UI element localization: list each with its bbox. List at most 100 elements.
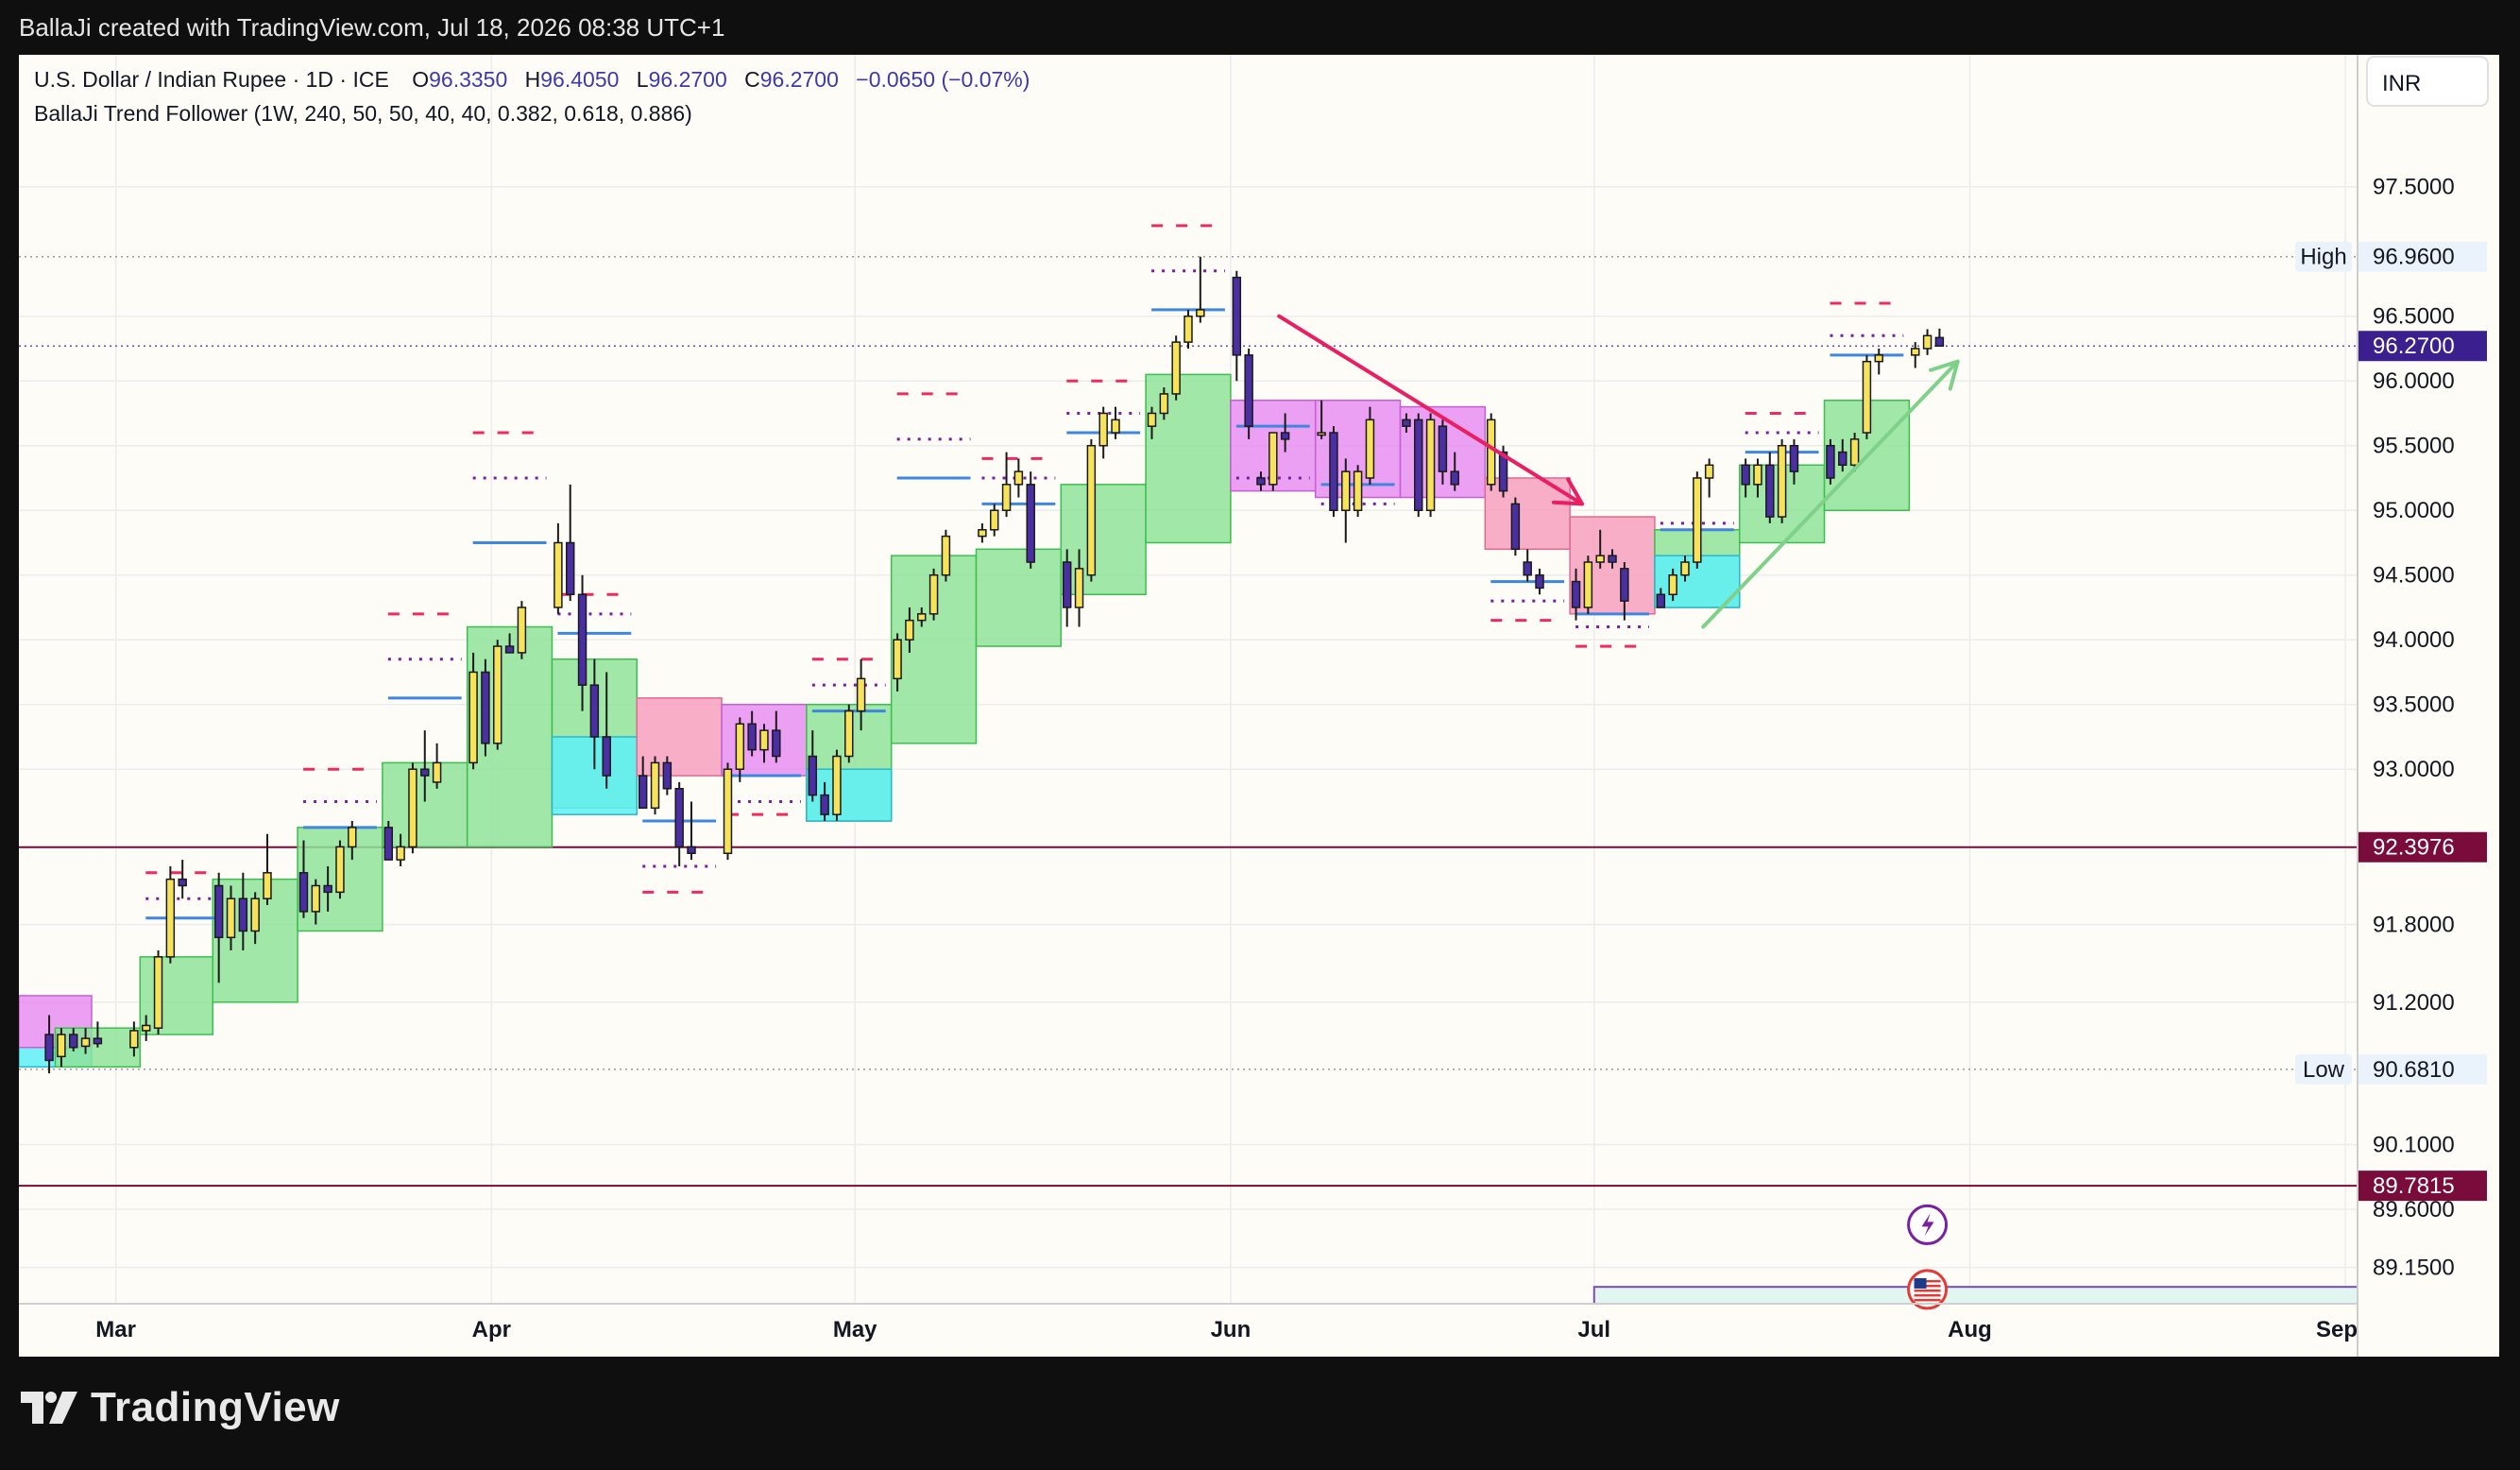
candle-body [44, 1034, 54, 1062]
candle-up[interactable] [723, 762, 733, 861]
candle-down[interactable] [1244, 348, 1253, 439]
currency-button-label: INR [2382, 71, 2421, 96]
candle-body [1147, 412, 1157, 427]
legend-open-value: 96.3350 [429, 67, 507, 92]
candle-body [1680, 561, 1690, 576]
candle-body [1244, 354, 1253, 427]
legend-close-value: 96.2700 [760, 67, 839, 92]
candle-up[interactable] [408, 762, 417, 854]
green-trend-zone [139, 956, 214, 1035]
candle-down[interactable] [1826, 438, 1835, 485]
candle-up[interactable] [1086, 438, 1097, 582]
candle-up[interactable] [493, 640, 502, 750]
legend-open-label: O [412, 67, 429, 92]
legend-indicator[interactable]: BallaJi Trend Follower (1W, 240, 50, 50,… [34, 101, 692, 126]
flag-stripe [1914, 1293, 1941, 1297]
price-tick-label: 93.0000 [2373, 757, 2455, 782]
tradingview-logo-text: TradingView [91, 1384, 340, 1430]
candle-body [226, 897, 236, 939]
cyan-trend-zone [806, 768, 893, 822]
flag-stripe [1914, 1298, 1941, 1302]
candle-body [1765, 464, 1775, 518]
chart-background [19, 55, 2499, 1357]
candle-body [1535, 573, 1544, 590]
candle-down[interactable] [662, 756, 673, 795]
economic-event-band [1592, 1286, 2358, 1305]
price-chart[interactable]: 97.5000 96.5000 96.0000 95.5000 95.0000 94.50… [19, 55, 2499, 1357]
candle-up[interactable] [1693, 471, 1702, 569]
candle-body [1704, 464, 1714, 479]
candle-up[interactable] [1583, 556, 1593, 614]
candle-body [978, 529, 987, 538]
candle-body [153, 956, 163, 1029]
candle-down[interactable] [1026, 471, 1035, 569]
price-tick-label: 95.0000 [2373, 498, 2455, 523]
candle-body [1425, 419, 1436, 511]
candle-up[interactable] [1777, 438, 1787, 523]
high-price-tag-text: 96.9600 [2373, 245, 2455, 270]
candle-body [1402, 419, 1411, 427]
candle-up[interactable] [335, 840, 345, 899]
candle-up[interactable] [844, 704, 854, 763]
candle-up[interactable] [1353, 465, 1363, 518]
candle-body [1074, 568, 1084, 608]
candle-body [1098, 412, 1108, 447]
attribution-text: BallaJi created with TradingView.com, Ju… [19, 13, 725, 42]
candle-body [565, 541, 575, 596]
candle-up[interactable] [1171, 335, 1181, 401]
candle-body [1826, 444, 1835, 479]
tradingview-logo[interactable]: TradingView [21, 1384, 340, 1431]
candle-body [1269, 432, 1278, 486]
candle-up[interactable] [1269, 432, 1278, 491]
level-price-tag-text: 92.3976 [2373, 835, 2455, 861]
candle-body [1874, 354, 1883, 363]
candle-down[interactable] [1414, 413, 1423, 518]
candle-body [238, 897, 248, 932]
candle-body [493, 645, 502, 744]
candle-body [1450, 470, 1459, 486]
candle-body [1510, 503, 1521, 551]
candle-body [1838, 451, 1847, 467]
candle-up[interactable] [1183, 309, 1193, 349]
candle-down[interactable] [1329, 426, 1338, 518]
candle-up[interactable] [928, 568, 939, 621]
candle-body [941, 535, 951, 576]
candle-body [1789, 444, 1799, 472]
legend-close-label: C [744, 67, 760, 92]
candle-body [129, 1030, 139, 1049]
candle-up[interactable] [941, 529, 951, 582]
candle-up[interactable] [517, 601, 527, 659]
candle-body [311, 884, 321, 913]
candle-body [298, 872, 309, 913]
candle-body [589, 684, 600, 738]
price-tick-label: 91.8000 [2373, 913, 2455, 938]
candle-up[interactable] [1425, 413, 1436, 518]
price-tick-label: 96.0000 [2373, 368, 2455, 394]
candle-up[interactable] [1862, 354, 1872, 439]
candle-up[interactable] [832, 749, 842, 822]
candle-down[interactable] [1510, 497, 1521, 556]
candle-body [1608, 555, 1617, 563]
candle-up[interactable] [650, 756, 660, 815]
candle-up[interactable] [1486, 413, 1496, 491]
candle-body [1438, 425, 1448, 472]
flag-stripe [1914, 1289, 1941, 1292]
us-flag-event-icon[interactable] [1907, 1269, 1949, 1310]
candle-body [1486, 419, 1496, 486]
candle-body [759, 729, 769, 751]
candle-body [928, 573, 939, 615]
candle-up[interactable] [153, 950, 163, 1035]
candle-body [820, 794, 829, 815]
candle-body [323, 884, 332, 894]
candle-body [1329, 432, 1338, 511]
candle-down[interactable] [481, 658, 490, 757]
candle-body [1183, 315, 1193, 343]
flash-event-icon[interactable] [1907, 1204, 1949, 1245]
candle-down[interactable] [383, 821, 394, 861]
green-trend-zone [975, 548, 1063, 647]
candle-body [420, 768, 430, 777]
candle-body [80, 1037, 91, 1048]
candle-up[interactable] [165, 865, 176, 964]
candle-body [1086, 444, 1097, 576]
candle-body [602, 736, 611, 777]
